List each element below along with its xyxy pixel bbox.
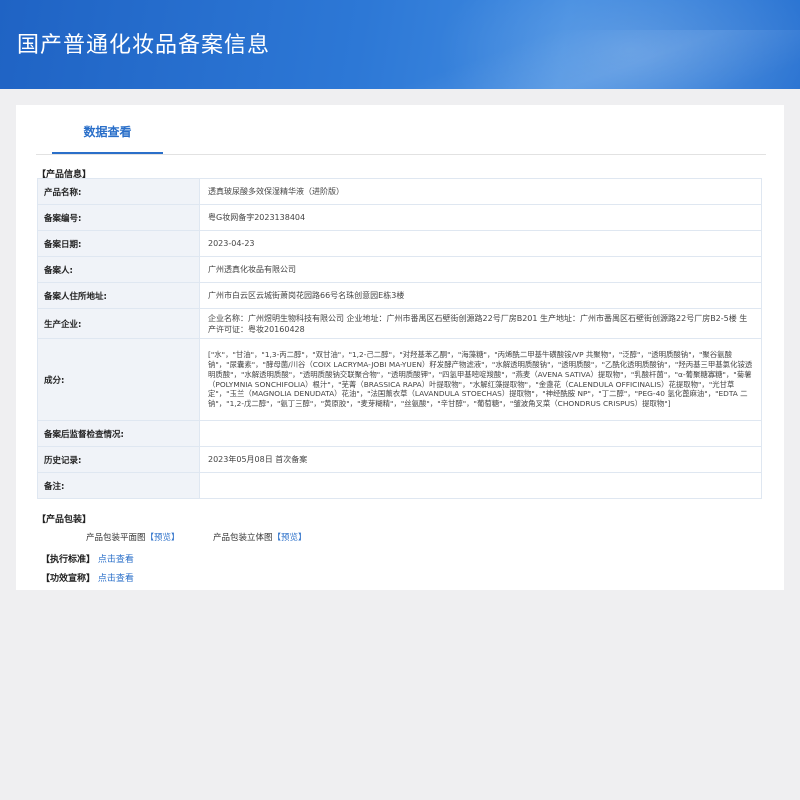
table-row: 备注: <box>37 472 762 499</box>
table-row: 备案编号: 粤G妆网备字2023138404 <box>37 204 762 231</box>
efficacy-row: 【功效宣称】 点击查看 <box>41 571 134 584</box>
row-key: 生产企业: <box>37 308 200 339</box>
table-row: 备案人住所地址: 广州市白云区云城街萧岗花园路66号名珠创意园E栋3楼 <box>37 282 762 309</box>
row-key: 成分: <box>37 338 200 421</box>
manufacturer-value: 企业名称：广州煜明生物科技有限公司 企业地址：广州市番禺区石壁街创源路22号厂房… <box>199 308 762 339</box>
row-key: 备注: <box>37 472 200 499</box>
flat-image-label: 产品包装平面图 <box>86 533 146 543</box>
row-key: 产品名称: <box>37 178 200 205</box>
row-key: 备案人: <box>37 256 200 283</box>
product-name-value: 透真玻尿酸多效保湿精华液（进阶版） <box>199 178 762 205</box>
page-header: 国产普通化妆品备案信息 <box>0 0 800 89</box>
row-key: 备案人住所地址: <box>37 282 200 309</box>
row-key: 备案日期: <box>37 230 200 257</box>
history-value: 2023年05月08日 首次备案 <box>199 446 762 473</box>
row-key: 备案后监督检查情况: <box>37 420 200 447</box>
packaging-row: 产品包装平面图【预览】 产品包装立体图【预览】 <box>86 531 306 543</box>
flat-image-preview-link[interactable]: 【预览】 <box>146 531 180 543</box>
standard-view-link[interactable]: 点击查看 <box>98 555 134 565</box>
table-row: 成分: ["水"，"甘油"，"1,3-丙二醇"，"双甘油"，"1,2-己二醇"，… <box>37 338 762 421</box>
remarks-value <box>199 472 762 499</box>
table-row: 备案人: 广州透真化妆品有限公司 <box>37 256 762 283</box>
ingredients-value: ["水"，"甘油"，"1,3-丙二醇"，"双甘油"，"1,2-己二醇"，"对羟基… <box>199 338 762 421</box>
tab-data-view[interactable]: 数据查看 <box>52 123 163 154</box>
solid-image-preview-link[interactable]: 【预览】 <box>272 531 306 543</box>
solid-image-label: 产品包装立体图 <box>212 533 273 543</box>
standard-label: 【执行标准】 <box>41 555 96 565</box>
table-row: 生产企业: 企业名称：广州煜明生物科技有限公司 企业地址：广州市番禺区石壁街创源… <box>37 308 762 339</box>
table-row: 历史记录: 2023年05月08日 首次备案 <box>37 446 762 473</box>
page-title: 国产普通化妆品备案信息 <box>17 33 271 58</box>
inspection-value <box>199 420 762 447</box>
tab-divider <box>36 154 766 155</box>
efficacy-label: 【功效宣称】 <box>41 574 96 584</box>
row-key: 历史记录: <box>37 446 200 473</box>
standard-row: 【执行标准】 点击查看 <box>41 552 134 565</box>
record-number-value: 粤G妆网备字2023138404 <box>199 204 762 231</box>
content-panel: 数据查看 【产品信息】 产品名称: 透真玻尿酸多效保湿精华液（进阶版） 备案编号… <box>16 105 784 590</box>
table-row: 产品名称: 透真玻尿酸多效保湿精华液（进阶版） <box>37 178 762 205</box>
table-row: 备案日期: 2023-04-23 <box>37 230 762 257</box>
table-row: 备案后监督检查情况: <box>37 420 762 447</box>
product-info-table: 产品名称: 透真玻尿酸多效保湿精华液（进阶版） 备案编号: 粤G妆网备字2023… <box>37 178 762 499</box>
registrant-address-value: 广州市白云区云城街萧岗花园路66号名珠创意园E栋3楼 <box>199 282 762 309</box>
row-key: 备案编号: <box>37 204 200 231</box>
record-date-value: 2023-04-23 <box>199 230 762 257</box>
efficacy-view-link[interactable]: 点击查看 <box>98 574 134 584</box>
registrant-value: 广州透真化妆品有限公司 <box>199 256 762 283</box>
packaging-label: 【产品包装】 <box>37 515 92 525</box>
